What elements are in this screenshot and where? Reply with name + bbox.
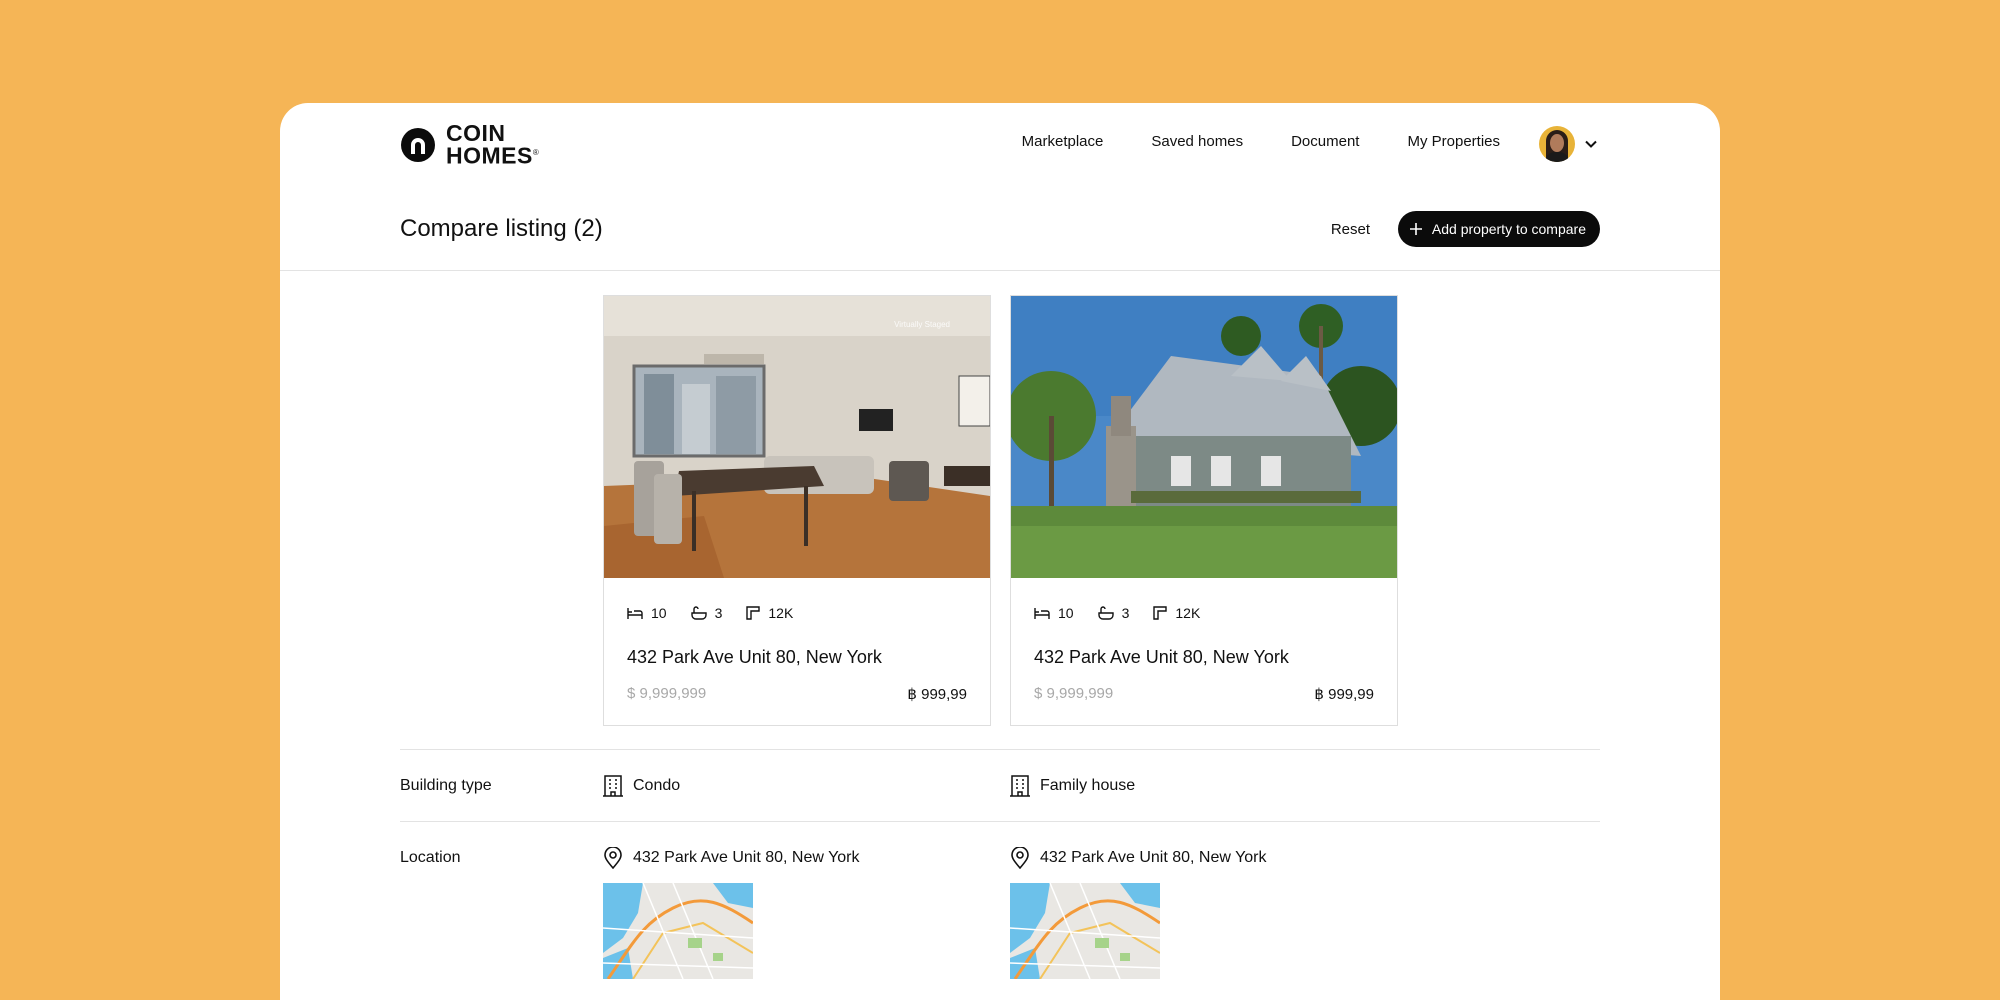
area-spec: 12K [746,605,793,621]
bath-icon [1097,606,1114,620]
beds-value: 10 [1058,605,1074,621]
add-property-button[interactable]: Add property to compare [1397,211,1600,247]
listing-price-btc: ฿ 999,99 [1314,686,1374,703]
brand-wordmark: COIN HOMES® [446,120,540,169]
photo-watermark: Virtually Staged [894,320,950,329]
row-divider [400,749,1600,750]
building-type-label: Building type [400,777,492,794]
nav-my-properties[interactable]: My Properties [1407,133,1500,150]
bed-icon [1034,608,1050,619]
listing-photo-house[interactable] [1011,296,1397,578]
listing-specs: 10 3 12K [627,605,793,621]
reset-button[interactable]: Reset [1331,221,1370,238]
location-value: 432 Park Ave Unit 80, New York [1040,849,1267,866]
building-icon [603,775,623,797]
row-divider [400,821,1600,822]
house-photo-image [1011,296,1397,578]
top-nav: Marketplace Saved homes Document My Prop… [1022,133,1500,150]
map-thumbnail-image [603,883,753,979]
listing-price-btc: ฿ 999,99 [907,686,967,703]
nav-marketplace[interactable]: Marketplace [1022,133,1104,150]
location-value: 432 Park Ave Unit 80, New York [633,849,860,866]
building-type-cell: Family house [1010,775,1135,797]
area-spec: 12K [1153,605,1200,621]
baths-value: 3 [1121,605,1130,621]
area-icon [746,606,761,620]
location-map[interactable] [603,883,753,979]
nav-document[interactable]: Document [1291,133,1359,150]
beds-value: 10 [651,605,667,621]
building-type-cell: Condo [603,775,680,797]
baths-spec: 3 [690,605,723,621]
home-logo-icon [401,128,435,162]
map-thumbnail-image [1010,883,1160,979]
location-map[interactable] [1010,883,1160,979]
main-panel: COIN HOMES® Marketplace Saved homes Docu… [280,103,1720,1000]
area-value: 12K [1175,605,1201,621]
beds-spec: 10 [627,605,667,621]
listing-address[interactable]: 432 Park Ave Unit 80, New York [627,647,882,668]
building-type-value: Family house [1040,777,1136,794]
beds-spec: 10 [1034,605,1074,621]
header-divider [280,270,1720,271]
location-cell: 432 Park Ave Unit 80, New York [603,847,860,869]
brand-line-2: HOMES® [446,142,540,169]
interior-photo-image [604,296,990,578]
brand-registered-mark: ® [532,148,540,158]
listing-specs: 10 3 12K [1034,605,1200,621]
brand-line-1: COIN [446,120,506,147]
bath-icon [690,606,707,620]
listing-price-usd: $ 9,999,999 [1034,685,1114,702]
chevron-down-icon[interactable] [1585,140,1597,148]
avatar [1539,126,1575,162]
add-property-label: Add property to compare [1431,221,1586,237]
area-icon [1153,606,1168,620]
listing-address[interactable]: 432 Park Ave Unit 80, New York [1034,647,1289,668]
listing-card[interactable]: Virtually Staged 10 3 12K 432 Park Ave U… [603,295,991,726]
plus-icon [1409,223,1422,235]
listing-card[interactable]: 10 3 12K 432 Park Ave Unit 80, New York … [1010,295,1398,726]
baths-value: 3 [714,605,723,621]
nav-saved-homes[interactable]: Saved homes [1151,133,1243,150]
building-icon [1010,775,1030,797]
baths-spec: 3 [1097,605,1130,621]
brand-line-2-text: HOMES [446,142,533,169]
user-menu[interactable] [1539,126,1597,162]
listing-price-usd: $ 9,999,999 [627,685,707,702]
listing-photo-interior[interactable]: Virtually Staged [604,296,990,578]
location-label: Location [400,849,461,866]
bed-icon [627,608,643,619]
area-value: 12K [768,605,794,621]
building-type-value: Condo [633,777,681,794]
map-pin-icon [1011,847,1029,869]
location-cell: 432 Park Ave Unit 80, New York [1010,847,1267,869]
map-pin-icon [604,847,622,869]
brand-logo[interactable]: COIN HOMES® [400,120,540,169]
page-title: Compare listing (2) [400,215,603,242]
